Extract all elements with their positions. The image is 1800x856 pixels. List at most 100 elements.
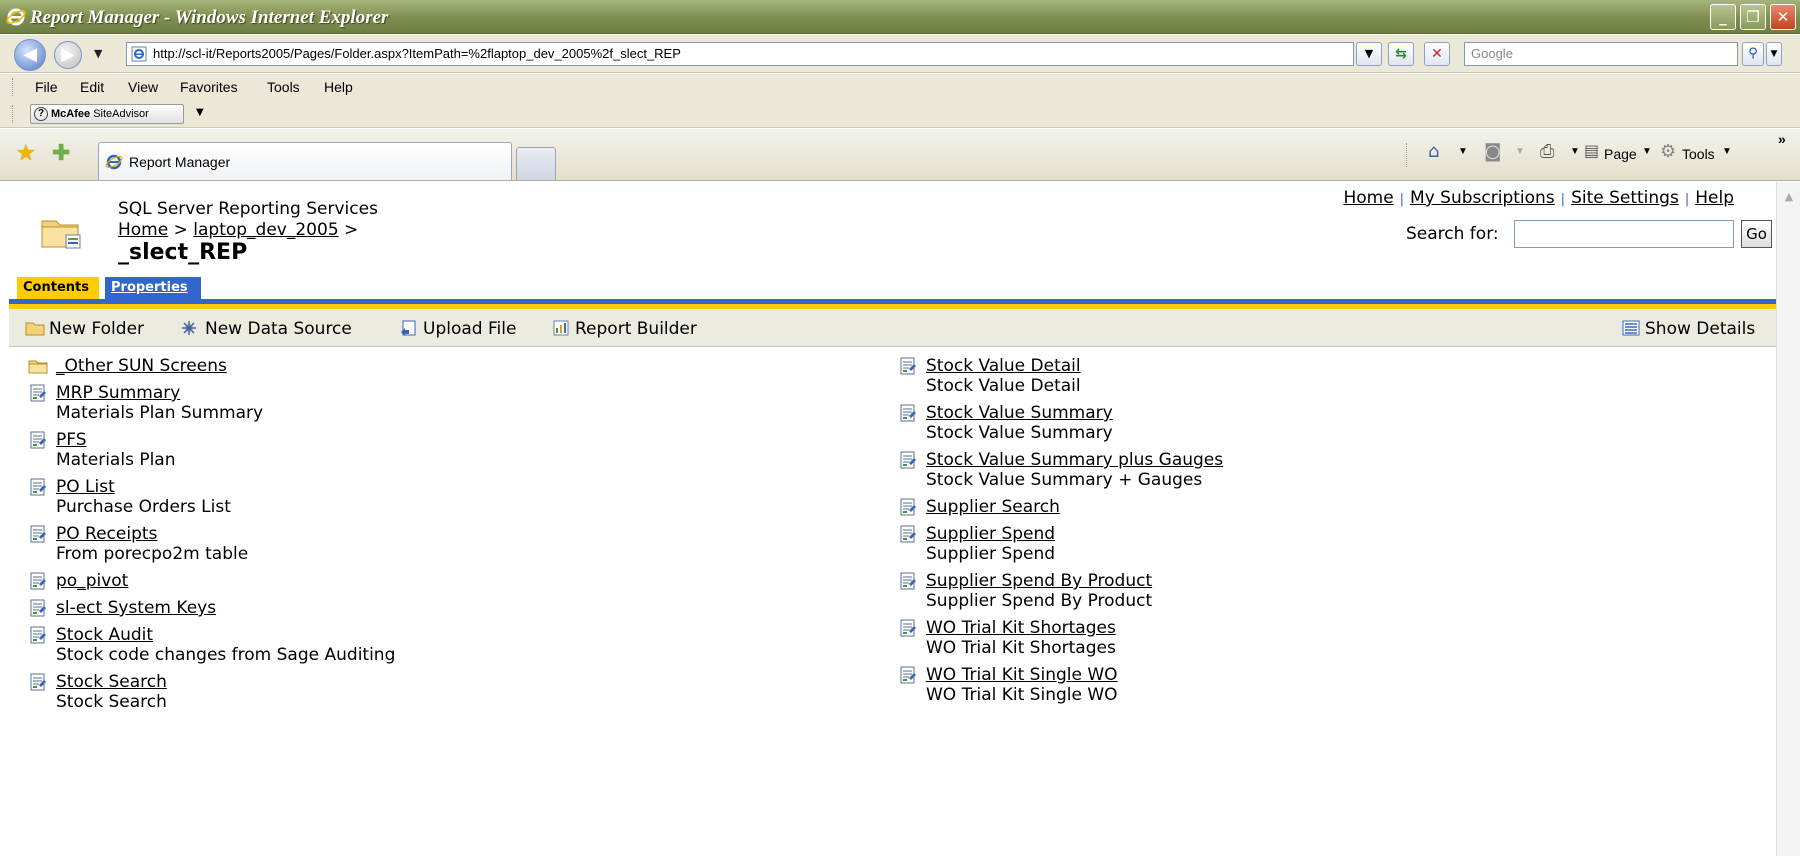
report-icon [28, 571, 48, 591]
tab-report-manager[interactable]: Report Manager [98, 142, 512, 180]
new-tab-button[interactable] [516, 147, 556, 180]
list-item: sl-ect System Keys [28, 598, 395, 618]
item-description: Stock code changes from Sage Auditing [56, 645, 396, 665]
chevron-more-icon[interactable]: » [1778, 131, 1786, 147]
menu-favorites[interactable]: Favorites [180, 79, 238, 95]
menu-help[interactable]: Help [324, 79, 353, 95]
add-favorite-icon[interactable]: ✚ [52, 141, 70, 166]
item-link[interactable]: MRP Summary [28, 383, 395, 403]
mcafee-dropdown-icon[interactable]: ▼ [196, 107, 204, 118]
menu-bar: File Edit View Favorites Tools Help [0, 74, 1800, 100]
print-icon[interactable]: ⎙ [1540, 141, 1554, 162]
minimize-button[interactable]: _ [1710, 4, 1736, 30]
home-dropdown-icon[interactable]: ▼ [1458, 146, 1468, 157]
restore-button[interactable]: ❐ [1740, 4, 1766, 30]
history-dropdown-icon[interactable]: ▼ [94, 47, 102, 60]
item-link[interactable]: Supplier Spend By Product [898, 571, 1223, 591]
back-button[interactable]: ◀ [14, 39, 46, 71]
breadcrumb-home-link[interactable]: Home [118, 220, 168, 240]
help-link[interactable]: Help [1695, 188, 1734, 208]
favorites-star-icon[interactable]: ★ [16, 141, 36, 166]
report-builder-icon [553, 320, 569, 336]
new-data-source-label: New Data Source [205, 319, 352, 339]
item-name: PO Receipts [56, 524, 158, 544]
breadcrumb-folder-link[interactable]: laptop_dev_2005 [193, 220, 338, 240]
scroll-up-icon[interactable]: ▲ [1781, 190, 1797, 206]
address-dropdown-icon[interactable]: ▼ [1356, 42, 1382, 66]
page-ie-icon [131, 46, 147, 62]
tab-contents[interactable]: Contents [17, 277, 99, 299]
mcafee-toolbar: ? McAfee SiteAdvisor ▼ [0, 100, 1800, 128]
list-item: WO Trial Kit Single WO WO Trial Kit Singl… [898, 665, 1223, 705]
forward-button[interactable]: ▶ [54, 41, 82, 69]
item-link[interactable]: PO Receipts [28, 524, 395, 544]
item-link[interactable]: Supplier Spend [898, 524, 1223, 544]
item-link[interactable]: _Other SUN Screens [28, 356, 395, 376]
tab-bar: ★ ✚ Report Manager ⌂ ▼ ◙ ▼ ⎙ ▼ ▤ Page ▼ … [0, 129, 1800, 181]
item-link[interactable]: Supplier Search [898, 497, 1223, 517]
site-settings-link[interactable]: Site Settings [1571, 188, 1679, 208]
item-link[interactable]: PFS [28, 430, 395, 450]
mcafee-brand: McAfee [51, 108, 91, 120]
item-name: Stock Value Detail [926, 356, 1081, 376]
home-link[interactable]: Home [1343, 188, 1393, 208]
vertical-scrollbar[interactable]: ▲ [1776, 182, 1800, 856]
refresh-icon[interactable]: ⇆ [1388, 42, 1414, 66]
item-link[interactable]: Stock Value Summary plus Gauges [898, 450, 1223, 470]
folder-icon [28, 356, 48, 376]
mcafee-siteadvisor-button[interactable]: ? McAfee SiteAdvisor [30, 104, 184, 124]
list-item: Supplier Search [898, 497, 1223, 517]
go-button[interactable]: Go [1741, 220, 1772, 248]
my-subscriptions-link[interactable]: My Subscriptions [1410, 188, 1555, 208]
tab-properties[interactable]: Properties [105, 277, 201, 299]
show-details-label: Show Details [1645, 319, 1756, 339]
item-link[interactable]: PO List [28, 477, 395, 497]
list-item: PFS Materials Plan [28, 430, 395, 470]
menu-view[interactable]: View [128, 79, 158, 95]
new-folder-button[interactable]: New Folder [25, 319, 144, 339]
print-dropdown-icon[interactable]: ▼ [1570, 146, 1580, 157]
upload-file-button[interactable]: Upload File [399, 319, 516, 339]
stop-icon[interactable]: ✕ [1424, 42, 1450, 66]
feeds-dropdown-icon[interactable]: ▼ [1515, 146, 1525, 157]
search-icon[interactable]: ⚲ [1742, 42, 1764, 66]
menu-tools[interactable]: Tools [267, 79, 300, 95]
search-options-icon[interactable]: ▼ [1766, 42, 1782, 66]
page-dropdown-icon[interactable]: ▼ [1642, 146, 1652, 157]
show-details-button[interactable]: Show Details [1621, 319, 1755, 339]
report-icon [898, 665, 918, 685]
item-link[interactable]: WO Trial Kit Single WO [898, 665, 1223, 685]
title-bar: Report Manager - Windows Internet Explor… [0, 0, 1800, 34]
report-builder-button[interactable]: Report Builder [551, 319, 697, 339]
global-links: Home | My Subscriptions | Site Settings | Help [1343, 188, 1734, 208]
home-icon[interactable]: ⌂ [1428, 141, 1439, 162]
item-link[interactable]: sl-ect System Keys [28, 598, 395, 618]
new-data-source-button[interactable]: New Data Source [181, 319, 352, 339]
item-name: PFS [56, 430, 87, 450]
feeds-icon[interactable]: ◙ [1484, 141, 1501, 162]
item-name: Supplier Search [926, 497, 1060, 517]
page-menu[interactable]: Page [1604, 146, 1637, 162]
report-icon [28, 430, 48, 450]
close-button[interactable]: ✕ [1770, 4, 1796, 30]
item-link[interactable]: Stock Audit [28, 625, 395, 645]
menu-file[interactable]: File [35, 79, 58, 95]
item-name: Stock Audit [56, 625, 154, 645]
items-column-left: _Other SUN Screens MRP Summary Materials P… [28, 356, 395, 719]
tools-dropdown-icon[interactable]: ▼ [1722, 146, 1732, 157]
list-item: Stock Audit Stock code changes from Sage … [28, 625, 395, 665]
url-field[interactable]: http://scl-it/Reports2005/Pages/Folder.a… [126, 42, 1354, 66]
item-link[interactable]: WO Trial Kit Shortages [898, 618, 1223, 638]
search-label: Search for: [1406, 224, 1499, 244]
item-link[interactable]: Stock Search [28, 672, 395, 692]
menu-edit[interactable]: Edit [80, 79, 104, 95]
item-name: _Other SUN Screens [56, 356, 227, 376]
search-for-input[interactable] [1514, 220, 1734, 248]
list-item: Stock Value Summary Stock Value Summary [898, 403, 1223, 443]
item-link[interactable]: po_pivot [28, 571, 395, 591]
item-description: Purchase Orders List [56, 497, 231, 517]
tools-menu[interactable]: Tools [1682, 146, 1715, 162]
item-link[interactable]: Stock Value Summary [898, 403, 1223, 423]
search-input[interactable]: Google [1464, 42, 1738, 66]
item-link[interactable]: Stock Value Detail [898, 356, 1223, 376]
